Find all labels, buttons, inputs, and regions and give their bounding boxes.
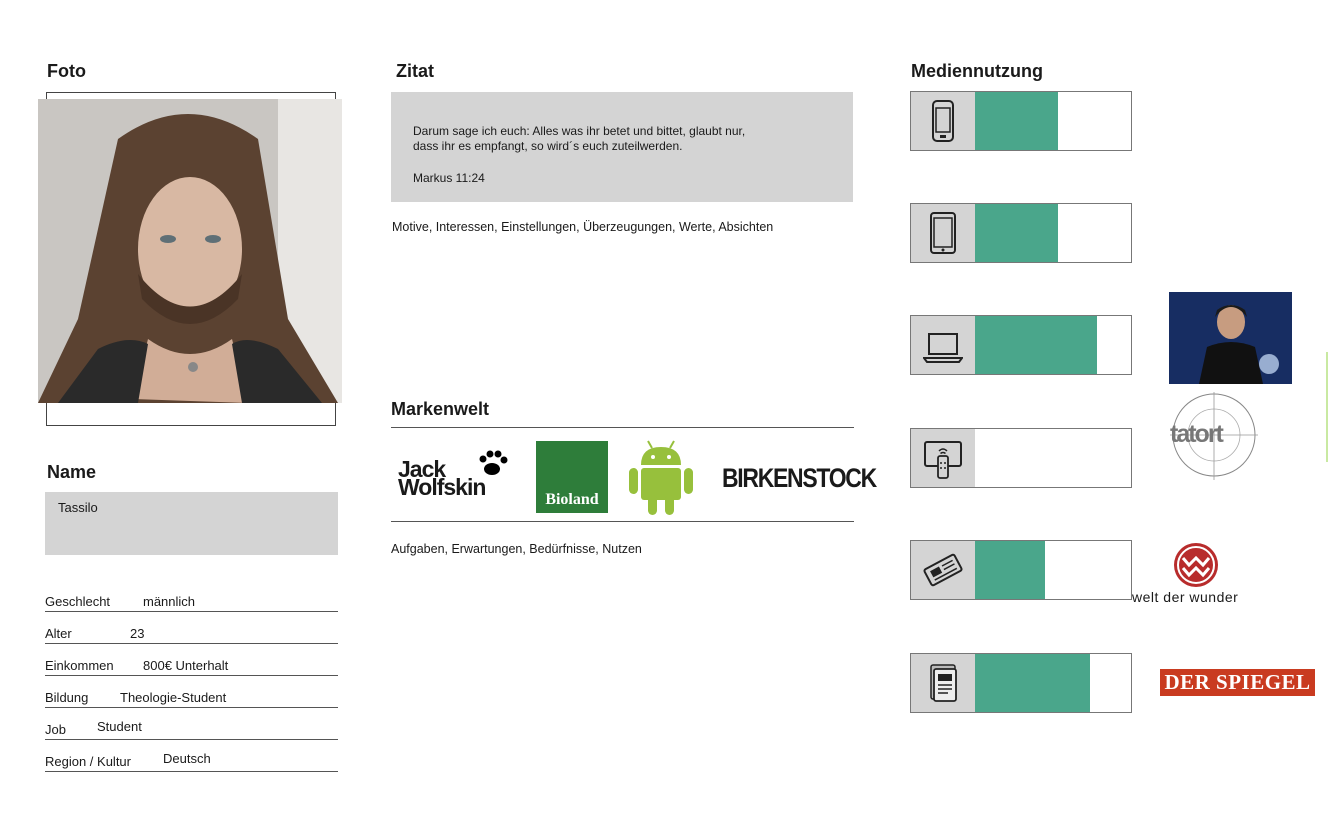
mediennutzung-heading: Mediennutzung [911, 61, 1043, 81]
media-row-smartphone [910, 91, 1132, 151]
attribute-label: Job [45, 722, 66, 737]
smartphone-icon [911, 92, 975, 150]
name-heading: Name [47, 462, 97, 482]
motives-note: Motive, Interessen, Einstellungen, Überz… [392, 220, 774, 234]
attribute-label: Einkommen [45, 658, 114, 673]
attribute-value: 800€ Unterhalt [143, 658, 229, 673]
attribute-row-income: Einkommen 800€ Unterhalt [45, 645, 338, 676]
jack-wolfskin-logo: Jack Wolfskin [398, 458, 486, 500]
welt-der-wunder-word: welt der wunder [1132, 589, 1239, 605]
android-logo [628, 439, 694, 520]
laptop-icon [911, 316, 975, 374]
der-spiegel-logo: DER SPIEGEL [1160, 669, 1315, 696]
bioland-logo: Bioland [536, 441, 608, 513]
usage-bar [975, 541, 1045, 599]
bioland-word: Bioland [545, 491, 599, 508]
attribute-row-age: Alter 23 [45, 613, 338, 644]
attribute-value: männlich [143, 594, 196, 609]
tablet-icon [911, 204, 975, 262]
attribute-label: Alter [45, 626, 72, 641]
name-value: Tassilo [58, 500, 98, 515]
newspaper-icon [911, 541, 975, 599]
attribute-row-job: Job Student [45, 709, 338, 740]
attribute-row-education: Bildung Theologie-Student [45, 677, 338, 708]
zitat-heading: Zitat [396, 61, 434, 81]
attribute-value: 23 [130, 626, 145, 641]
tatort-logo: tatort [1170, 392, 1258, 480]
markenwelt-heading: Markenwelt [391, 399, 490, 419]
attribute-row-gender: Geschlecht männlich [45, 581, 338, 612]
attribute-label: Region / Kultur [45, 754, 131, 769]
usage-bar [975, 204, 1058, 262]
usage-bar [975, 316, 1097, 374]
markenwelt-top-rule [391, 427, 854, 428]
usage-bar [975, 654, 1090, 712]
media-row-laptop [910, 315, 1132, 375]
birkenstock-logo: BIRKENSTOCK [722, 463, 877, 493]
foto-heading: Foto [47, 61, 86, 81]
attribute-label: Bildung [45, 690, 89, 705]
media-row-tablet [910, 203, 1132, 263]
attribute-value: Deutsch [163, 751, 211, 766]
quote-source: Markus 11:24 [413, 171, 485, 185]
media-row-magazine [910, 653, 1132, 713]
tatort-word: tatort [1170, 420, 1224, 448]
quote-text: Darum sage ich euch: Alles was ihr betet… [413, 124, 746, 153]
welt-der-wunder-emblem [1173, 542, 1219, 593]
attribute-row-region: Region / Kultur Deutsch [45, 741, 338, 772]
jack-wolfskin-word-bottom: Wolfskin [398, 474, 486, 500]
paw-icon [475, 448, 509, 483]
attribute-label: Geschlecht [45, 594, 111, 609]
media-row-newspaper [910, 540, 1132, 600]
markenwelt-bottom-rule [391, 521, 854, 522]
usage-bar [975, 92, 1058, 150]
tv-show-thumbnail [1169, 292, 1292, 384]
attribute-value: Student [97, 719, 142, 734]
media-row-tv [910, 428, 1132, 488]
attribute-value: Theologie-Student [120, 690, 227, 705]
magazine-icon [911, 654, 975, 712]
needs-note: Aufgaben, Erwartungen, Bedürfnisse, Nutz… [391, 542, 642, 556]
tv-icon [911, 429, 975, 487]
profile-photo [38, 99, 342, 403]
